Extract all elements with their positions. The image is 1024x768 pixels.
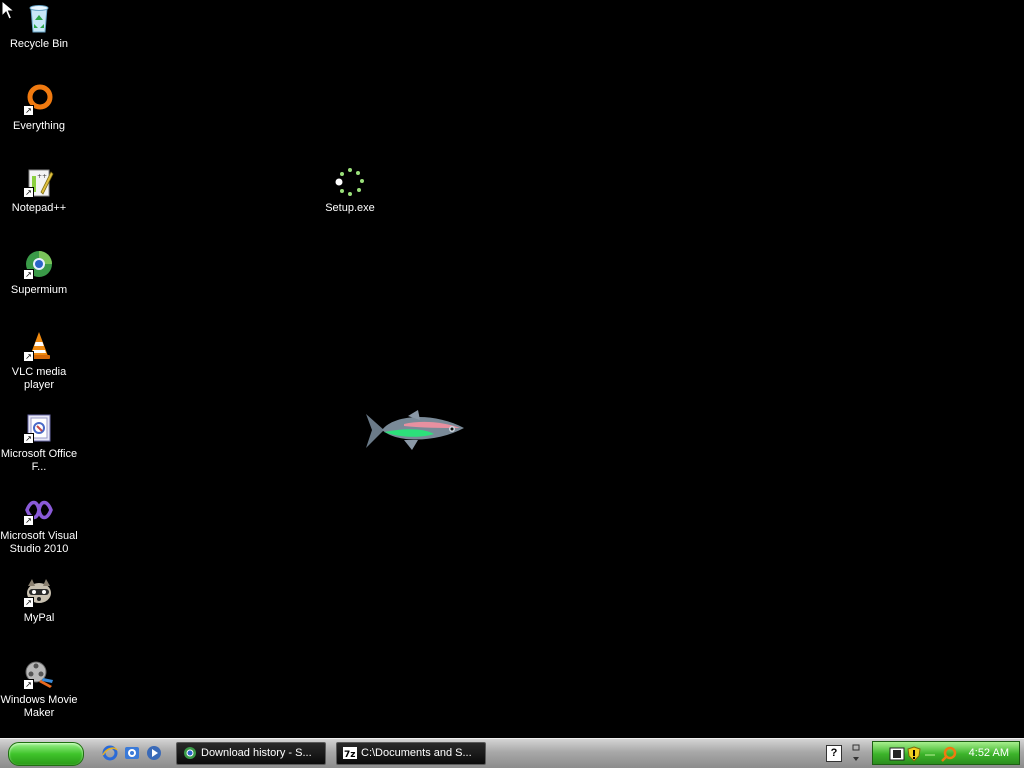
svg-text:7z: 7z	[344, 750, 356, 760]
taskbar-button-download-history[interactable]: Download history - S...	[176, 742, 326, 765]
browser-icon	[183, 746, 197, 760]
desktop-icon-notepad-plus-plus[interactable]: ++ ↗ Notepad++	[0, 166, 78, 215]
desktop-icon-supermium[interactable]: ↗ Supermium	[0, 248, 78, 297]
quick-launch-media-player-icon[interactable]	[146, 745, 162, 761]
notepad-plus-plus-icon: ++ ↗	[23, 166, 55, 198]
mouse-pointer-icon	[1, 0, 19, 25]
shortcut-arrow-icon: ↗	[23, 515, 34, 526]
desktop-icon-label: MyPal	[23, 612, 55, 624]
desktop-icon-label: Supermium	[10, 284, 68, 296]
system-tray: 4:52 AM	[872, 741, 1020, 765]
supermium-browser-icon: ↗	[23, 248, 55, 280]
desktop-icon-everything[interactable]: ↗ Everything	[0, 84, 78, 133]
desktop-icon-label: Microsoft Office F...	[0, 448, 78, 473]
everything-search-icon: ↗	[23, 84, 55, 116]
desktop-icon-label: Notepad++	[11, 202, 67, 214]
desktop-icon-setup-exe[interactable]: Setup.exe	[311, 166, 389, 215]
shortcut-arrow-icon: ↗	[23, 187, 34, 198]
mypal-raccoon-icon: ↗	[23, 576, 55, 608]
7zip-icon: 7z	[343, 746, 357, 760]
desktop-icon-label: Microsoft Visual Studio 2010	[0, 530, 78, 555]
shortcut-arrow-icon: ↗	[23, 269, 34, 280]
desktop-icon-visual-studio[interactable]: ↗ Microsoft Visual Studio 2010	[0, 494, 78, 556]
shortcut-arrow-icon: ↗	[23, 105, 34, 116]
search-magnifier-icon[interactable]	[941, 746, 957, 767]
shortcut-arrow-icon: ↗	[23, 433, 34, 444]
desktop-icon-movie-maker[interactable]: ↗ Windows Movie Maker	[0, 658, 78, 720]
taskbar: Download history - S... 7z C:\Documents …	[0, 738, 1024, 768]
taskbar-button-label: C:\Documents and S...	[361, 747, 472, 759]
taskbar-button-label: Download history - S...	[201, 747, 312, 759]
quick-launch-outlook-icon[interactable]	[124, 745, 140, 761]
vlc-cone-icon: ↗	[23, 330, 55, 362]
desktop-icon-microsoft-office[interactable]: ↗ Microsoft Office F...	[0, 412, 78, 474]
tray-separator-icon	[925, 754, 935, 756]
start-button[interactable]	[8, 742, 84, 766]
network-icon[interactable]	[889, 746, 905, 767]
quick-launch-ie-icon[interactable]	[102, 745, 118, 761]
recycle-bin-icon	[23, 2, 55, 34]
shortcut-arrow-icon: ↗	[23, 679, 34, 690]
desktop-icon-label: Windows Movie Maker	[0, 694, 78, 719]
desktop-icon-label: VLC media player	[11, 366, 67, 391]
security-shield-icon[interactable]	[907, 746, 921, 767]
desktop-icon-label: Recycle Bin	[9, 38, 69, 50]
shortcut-arrow-icon: ↗	[23, 351, 34, 362]
visual-studio-icon: ↗	[23, 494, 55, 526]
tray-expand-icon[interactable]	[850, 743, 862, 763]
clock[interactable]: 4:52 AM	[969, 747, 1009, 759]
desktop-icon-label: Everything	[13, 120, 65, 132]
help-icon[interactable]: ?	[826, 745, 842, 762]
office-document-icon: ↗	[23, 412, 55, 444]
svg-text:++: ++	[37, 173, 47, 180]
movie-maker-icon: ↗	[23, 658, 55, 690]
fish-image	[364, 408, 470, 459]
shortcut-arrow-icon: ↗	[23, 597, 34, 608]
desktop-icon-label: Setup.exe	[325, 202, 375, 214]
desktop: Recycle Bin ↗ Everything ++ ↗ Notepad++	[0, 0, 1024, 738]
desktop-icon-vlc[interactable]: ↗ VLC media player	[0, 330, 78, 392]
desktop-icon-mypal[interactable]: ↗ MyPal	[0, 576, 78, 625]
taskbar-button-documents-folder[interactable]: 7z C:\Documents and S...	[336, 742, 486, 765]
setup-spinner-icon	[334, 166, 366, 198]
